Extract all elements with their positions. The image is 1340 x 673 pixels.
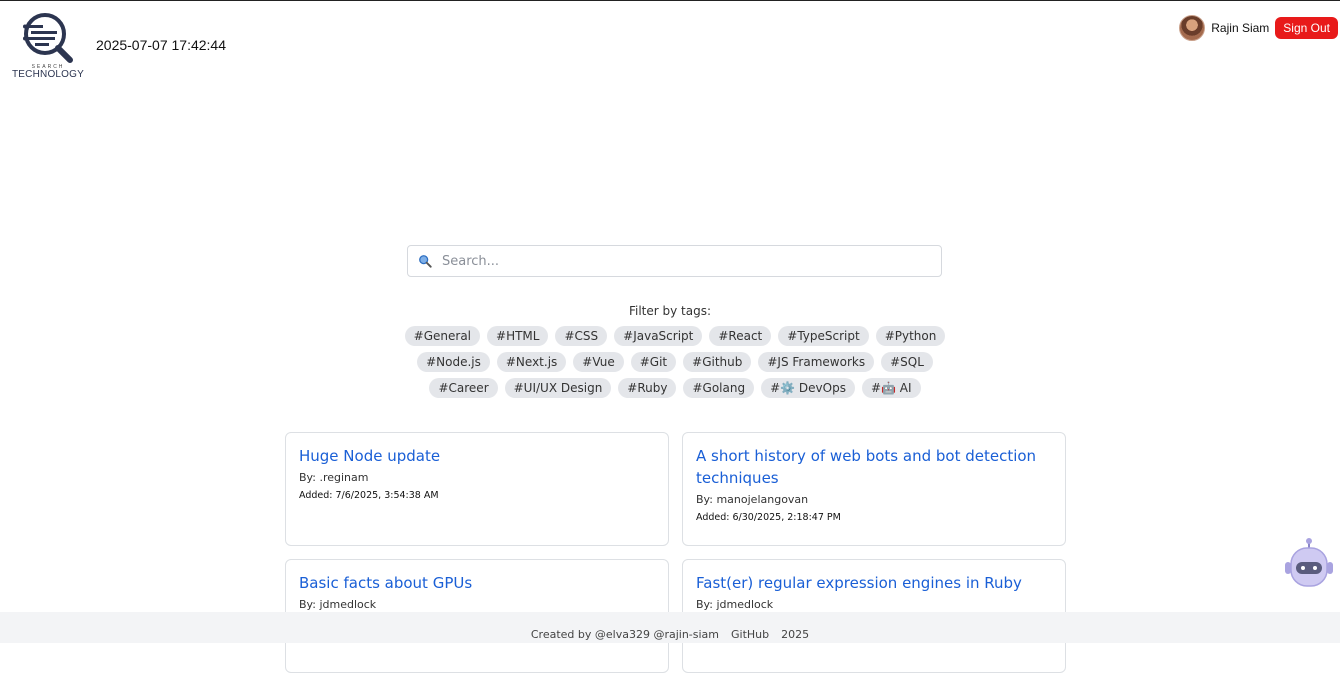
filter-label: Filter by tags: xyxy=(628,304,712,318)
tag-github[interactable]: #Github xyxy=(683,352,752,372)
user-name: Rajin Siam xyxy=(1211,21,1270,35)
user-menu: Rajin Siam Sign Out xyxy=(1179,15,1338,41)
tag-css[interactable]: #CSS xyxy=(555,326,608,346)
logo-magnifier-icon xyxy=(23,13,73,63)
tag-python[interactable]: #Python xyxy=(875,326,946,346)
tag-vue[interactable]: #Vue xyxy=(573,352,624,372)
search-bar xyxy=(407,245,942,277)
tag-ui-ux-design[interactable]: #UI/UX Design xyxy=(504,378,612,398)
tag-filter-list: #General #HTML #CSS #JavaScript #React #… xyxy=(380,326,970,398)
site-logo[interactable]: SEARCH TECHNOLOGY xyxy=(12,11,84,81)
tag-react[interactable]: #React xyxy=(709,326,772,346)
tag-ruby[interactable]: #Ruby xyxy=(618,378,677,398)
article-title[interactable]: Fast(er) regular expression engines in R… xyxy=(696,572,1052,594)
tag-general[interactable]: #General xyxy=(404,326,481,346)
article-title[interactable]: Basic facts about GPUs xyxy=(299,572,655,594)
footer-github-link[interactable]: GitHub xyxy=(731,628,769,641)
article-author: By: .reginam xyxy=(299,471,369,484)
tag-row: #General #HTML #CSS #JavaScript #React #… xyxy=(404,326,946,346)
tag-javascript[interactable]: #JavaScript xyxy=(614,326,703,346)
tag-typescript[interactable]: #TypeScript xyxy=(778,326,869,346)
article-added-date: Added: 6/30/2025, 2:18:47 PM xyxy=(696,512,841,523)
tag-row: #Node.js #Next.js #Vue #Git #Github #JS … xyxy=(417,352,933,372)
tag-nextjs[interactable]: #Next.js xyxy=(496,352,567,372)
robot-icon xyxy=(1285,538,1333,587)
tag-ai[interactable]: #🤖 AI xyxy=(861,378,921,398)
search-input[interactable] xyxy=(440,252,941,270)
tag-nodejs[interactable]: #Node.js xyxy=(417,352,490,372)
sign-out-button[interactable]: Sign Out xyxy=(1275,17,1338,39)
chatbot-button[interactable] xyxy=(1284,537,1334,589)
page-footer: Created by @elva329 @rajin-siam GitHub 2… xyxy=(0,612,1340,643)
article-title[interactable]: A short history of web bots and bot dete… xyxy=(696,445,1052,489)
current-datetime: 2025-07-07 17:42:44 xyxy=(96,37,226,53)
article-card[interactable]: Huge Node update By: .reginam Added: 7/6… xyxy=(285,432,669,546)
article-author: By: jdmedlock xyxy=(696,598,774,611)
avatar[interactable] xyxy=(1179,15,1206,41)
tag-html[interactable]: #HTML xyxy=(487,326,549,346)
tag-devops[interactable]: #⚙️ DevOps xyxy=(761,378,855,398)
article-title[interactable]: Huge Node update xyxy=(299,445,655,467)
tag-git[interactable]: #Git xyxy=(630,352,677,372)
footer-credits: Created by @elva329 @rajin-siam xyxy=(530,628,720,641)
article-author: By: jdmedlock xyxy=(299,598,377,611)
logo-text: TECHNOLOGY xyxy=(12,69,85,80)
tag-row: #Career #UI/UX Design #Ruby #Golang #⚙️ … xyxy=(429,378,921,398)
article-author: By: manojelangovan xyxy=(696,493,809,506)
article-card[interactable]: A short history of web bots and bot dete… xyxy=(682,432,1066,546)
article-added-date: Added: 7/6/2025, 3:54:38 AM xyxy=(299,490,439,501)
tag-js-frameworks[interactable]: #JS Frameworks xyxy=(758,352,875,372)
tag-career[interactable]: #Career xyxy=(429,378,498,398)
footer-year: 2025 xyxy=(781,628,810,641)
search-icon xyxy=(419,255,432,268)
tag-sql[interactable]: #SQL xyxy=(881,352,933,372)
tag-golang[interactable]: #Golang xyxy=(683,378,755,398)
